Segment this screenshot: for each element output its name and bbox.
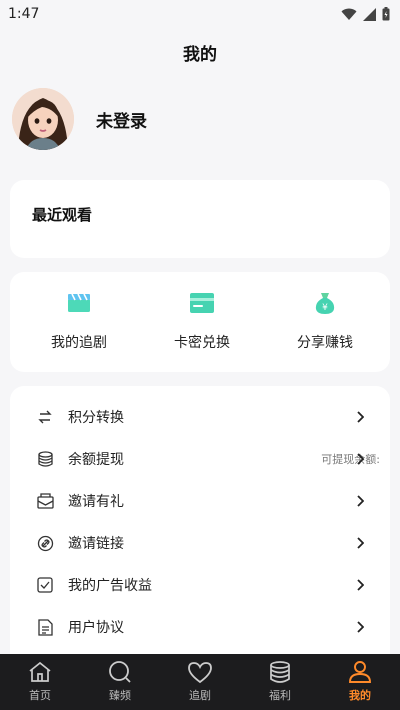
battery-icon [382,7,390,21]
quick-card-redeem[interactable]: 卡密兑换 [157,288,247,372]
wifi-icon [341,8,357,20]
settings-menu: 积分转换 余额提现 可提现余额: 邀请有礼 邀请链接 我的广告收益 用户协议 [10,386,390,654]
nav-search[interactable]: 臻频 [80,654,160,710]
chevron-right-icon [357,495,364,507]
card-icon [190,293,214,313]
avatar[interactable] [12,88,74,150]
nav-mine[interactable]: 我的 [320,654,400,710]
signal-icon [363,7,376,21]
quick-share-earn[interactable]: ¥ 分享赚钱 [280,288,370,372]
login-status[interactable]: 未登录 [96,107,147,132]
nav-home[interactable]: 首页 [0,654,80,710]
recent-watch-title: 最近观看 [32,206,93,224]
money-bag-icon: ¥ [315,293,335,314]
heart-icon [188,661,212,683]
checkbox-icon [37,577,53,593]
menu-user-agreement[interactable]: 用户协议 [10,606,390,648]
quick-actions: 我的追剧 卡密兑换 ¥ 分享赚钱 [10,272,390,372]
profile-section[interactable]: 未登录 [12,88,147,150]
svg-text:¥: ¥ [322,303,328,313]
page-title: 我的 [183,45,217,65]
withdrawable-balance-label: 可提现余额: [321,453,380,466]
menu-invite-gift[interactable]: 邀请有礼 [10,480,390,522]
chevron-right-icon [357,453,364,465]
gift-mail-icon [36,493,54,509]
user-icon [349,661,371,683]
status-bar: 1:47 [0,0,400,28]
chevron-right-icon [357,537,364,549]
convert-icon [38,410,52,424]
menu-points-convert[interactable]: 积分转换 [10,396,390,438]
link-icon [37,535,53,551]
bottom-nav: 首页 臻频 追剧 福利 我的 [0,654,400,710]
database-icon [270,661,290,683]
menu-ad-revenue[interactable]: 我的广告收益 [10,564,390,606]
menu-invite-link[interactable]: 邀请链接 [10,522,390,564]
clapperboard-icon [68,293,90,312]
chevron-right-icon [357,621,364,633]
coins-icon [37,450,53,467]
home-icon [29,661,51,682]
document-icon [37,618,53,636]
status-time: 1:47 [8,6,40,22]
chevron-right-icon [357,579,364,591]
menu-balance-withdraw[interactable]: 余额提现 可提现余额: [10,438,390,480]
nav-welfare[interactable]: 福利 [240,654,320,710]
quick-my-dramas[interactable]: 我的追剧 [34,288,124,372]
chevron-right-icon [357,411,364,423]
search-icon [109,661,131,683]
nav-follow[interactable]: 追剧 [160,654,240,710]
recent-watch-card[interactable]: 最近观看 [10,180,390,258]
